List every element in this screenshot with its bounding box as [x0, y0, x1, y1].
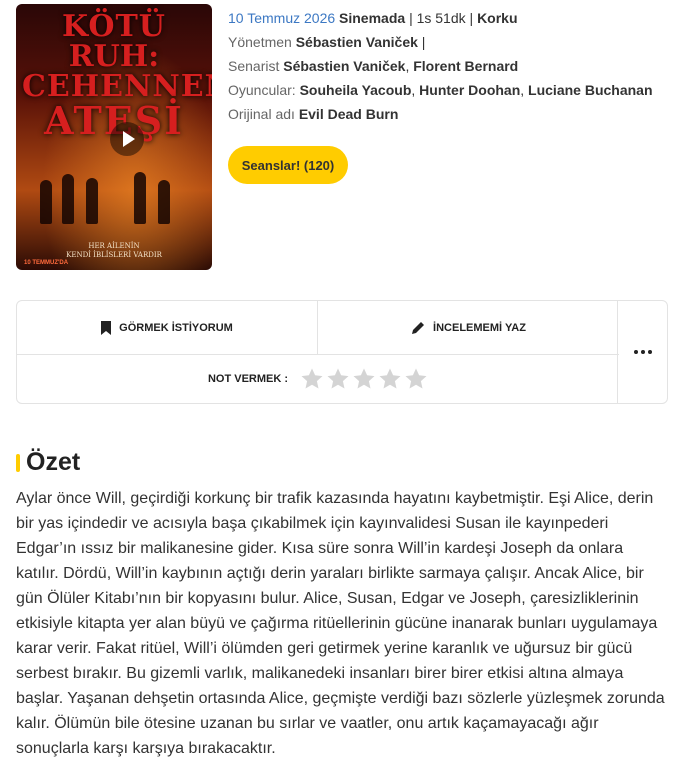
- movie-poster[interactable]: KÖTÜ RUH: CEHENNEM ATEŞİ HER AİLENİN KEN…: [16, 4, 212, 270]
- write-review-label: İNCELEMEMİ YAZ: [433, 321, 526, 334]
- rating-star-2[interactable]: [326, 367, 350, 391]
- watchlist-label: GÖRMEK İSTİYORUM: [119, 321, 233, 334]
- more-options-button[interactable]: [617, 301, 667, 403]
- writer-row: Senarist Sébastien Vaniček, Florent Bern…: [228, 56, 668, 76]
- poster-tagline: HER AİLENİN KENDİ İBLİSLERİ VARDIR: [16, 242, 212, 260]
- heading-accent-bar: [16, 453, 20, 472]
- comma: ,: [411, 82, 416, 98]
- rating-star-4[interactable]: [378, 367, 402, 391]
- director-link[interactable]: Sébastien Vaniček: [296, 34, 418, 50]
- original-title-label: Orijinal adı: [228, 106, 295, 122]
- rating-row: NOT VERMEK :: [17, 355, 619, 403]
- poster-title: KÖTÜ RUH: CEHENNEM ATEŞİ: [22, 9, 212, 140]
- duration: 1s 51dk: [416, 10, 466, 26]
- poster-figures: [36, 164, 192, 224]
- rating-star-1[interactable]: [300, 367, 324, 391]
- action-panel: GÖRMEK İSTİYORUM İNCELEMEMİ YAZ NOT VERM…: [16, 300, 668, 404]
- cast-row: Oyuncular: Souheila Yacoub, Hunter Dooha…: [228, 80, 668, 100]
- play-icon: [122, 131, 135, 147]
- rating-label: NOT VERMEK :: [207, 373, 289, 385]
- pencil-icon: [412, 321, 425, 334]
- summary-title: Özet: [26, 448, 81, 476]
- movie-info: 10 Temmuz 2026 Sinemada | 1s 51dk | Kork…: [228, 8, 668, 128]
- play-trailer-button[interactable]: [110, 122, 144, 156]
- separator: |: [409, 10, 413, 26]
- bookmark-icon: [101, 320, 112, 335]
- rating-star-5[interactable]: [404, 367, 428, 391]
- more-dots-icon: [633, 350, 652, 354]
- release-row: 10 Temmuz 2026 Sinemada | 1s 51dk | Kork…: [228, 8, 668, 28]
- showtimes-button[interactable]: Seanslar! (120): [228, 146, 348, 184]
- cast-link[interactable]: Souheila Yacoub: [300, 82, 412, 98]
- poster-title-line: KÖTÜ: [62, 9, 166, 44]
- watchlist-button[interactable]: GÖRMEK İSTİYORUM: [17, 301, 318, 354]
- poster-date: 10 TEMMUZ'DA: [24, 260, 69, 266]
- poster-tagline-line: KENDİ İBLİSLERİ VARDIR: [66, 250, 162, 259]
- summary-heading: Özet: [16, 448, 80, 477]
- release-date-link[interactable]: 10 Temmuz 2026: [228, 10, 335, 26]
- writer-link[interactable]: Sébastien Vaniček: [283, 58, 405, 74]
- separator: |: [421, 34, 426, 50]
- writer-link[interactable]: Florent Bernard: [413, 58, 518, 74]
- director-row: Yönetmen Sébastien Vaniček |: [228, 32, 668, 52]
- separator: |: [469, 10, 474, 26]
- poster-tagline-line: HER AİLENİN: [88, 242, 140, 250]
- action-row: GÖRMEK İSTİYORUM İNCELEMEMİ YAZ: [17, 301, 619, 355]
- rating-stars: [300, 367, 428, 391]
- director-label: Yönetmen: [228, 34, 292, 50]
- cast-link[interactable]: Hunter Doohan: [419, 82, 520, 98]
- rating-star-3[interactable]: [352, 367, 376, 391]
- original-title-row: Orijinal adı Evil Dead Burn: [228, 104, 668, 124]
- summary-text: Aylar önce Will, geçirdiği korkunç bir t…: [16, 490, 665, 757]
- write-review-button[interactable]: İNCELEMEMİ YAZ: [318, 301, 619, 354]
- original-title: Evil Dead Burn: [298, 106, 399, 122]
- cast-label: Oyuncular:: [228, 82, 296, 98]
- writer-label: Senarist: [228, 58, 280, 74]
- comma: ,: [520, 82, 525, 98]
- genre-link[interactable]: Korku: [477, 10, 517, 26]
- comma: ,: [405, 58, 410, 74]
- cast-link[interactable]: Luciane Buchanan: [528, 82, 652, 98]
- poster-title-line: RUH:: [68, 39, 160, 74]
- release-status: Sinemada: [339, 10, 406, 26]
